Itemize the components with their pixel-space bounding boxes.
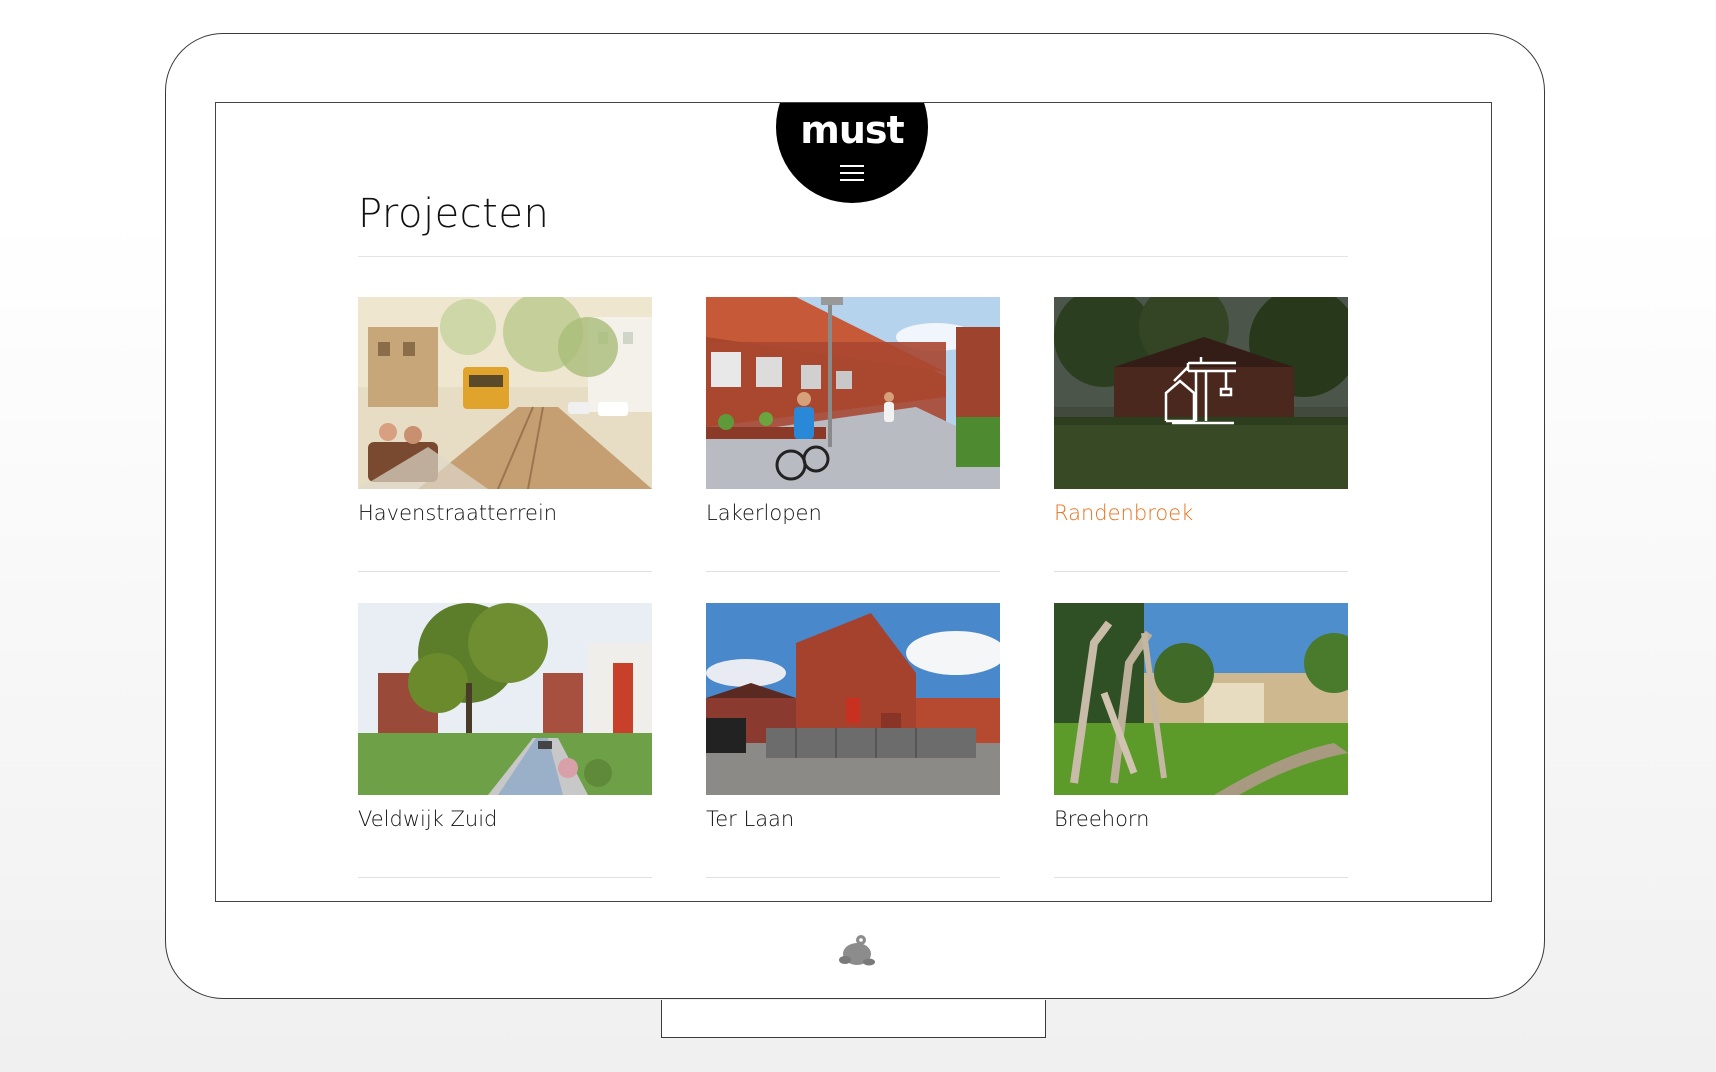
website-screen: must Projecten Havenstraatterrein Lakerl… (215, 102, 1492, 902)
card-divider (706, 877, 1000, 878)
project-image-veldwijk-zuid[interactable] (358, 603, 652, 795)
card-divider (358, 571, 652, 572)
project-title[interactable]: Veldwijk Zuid (358, 807, 497, 831)
project-card-breehorn[interactable]: Breehorn (1054, 603, 1348, 878)
project-image-breehorn[interactable] (1054, 603, 1348, 795)
project-card-lakerlopen[interactable]: Lakerlopen (706, 297, 1000, 572)
project-card-veldwijk-zuid[interactable]: Veldwijk Zuid (358, 603, 652, 878)
project-image-randenbroek[interactable] (1054, 297, 1348, 489)
project-title[interactable]: Lakerlopen (706, 501, 822, 525)
project-image-havenstraatterrein[interactable] (358, 297, 652, 489)
project-image-ter-laan[interactable] (706, 603, 1000, 795)
frog-icon (836, 930, 876, 970)
monitor-stand (661, 1000, 1046, 1038)
projects-grid: Havenstraatterrein Lakerlopen Randenbroe… (358, 297, 1348, 878)
card-divider (1054, 877, 1348, 878)
hamburger-icon[interactable] (840, 165, 864, 181)
project-card-ter-laan[interactable]: Ter Laan (706, 603, 1000, 878)
card-divider (706, 571, 1000, 572)
project-title[interactable]: Randenbroek (1054, 501, 1193, 525)
site-logo[interactable]: must (776, 103, 928, 203)
project-card-havenstraatterrein[interactable]: Havenstraatterrein (358, 297, 652, 572)
project-title[interactable]: Ter Laan (706, 807, 794, 831)
card-divider (1054, 571, 1348, 572)
card-divider (358, 877, 652, 878)
title-divider (358, 256, 1348, 257)
logo-text: must (800, 108, 904, 152)
project-image-lakerlopen[interactable] (706, 297, 1000, 489)
page-title: Projecten (358, 191, 550, 237)
project-card-randenbroek[interactable]: Randenbroek (1054, 297, 1348, 572)
project-title[interactable]: Havenstraatterrein (358, 501, 557, 525)
project-title[interactable]: Breehorn (1054, 807, 1150, 831)
